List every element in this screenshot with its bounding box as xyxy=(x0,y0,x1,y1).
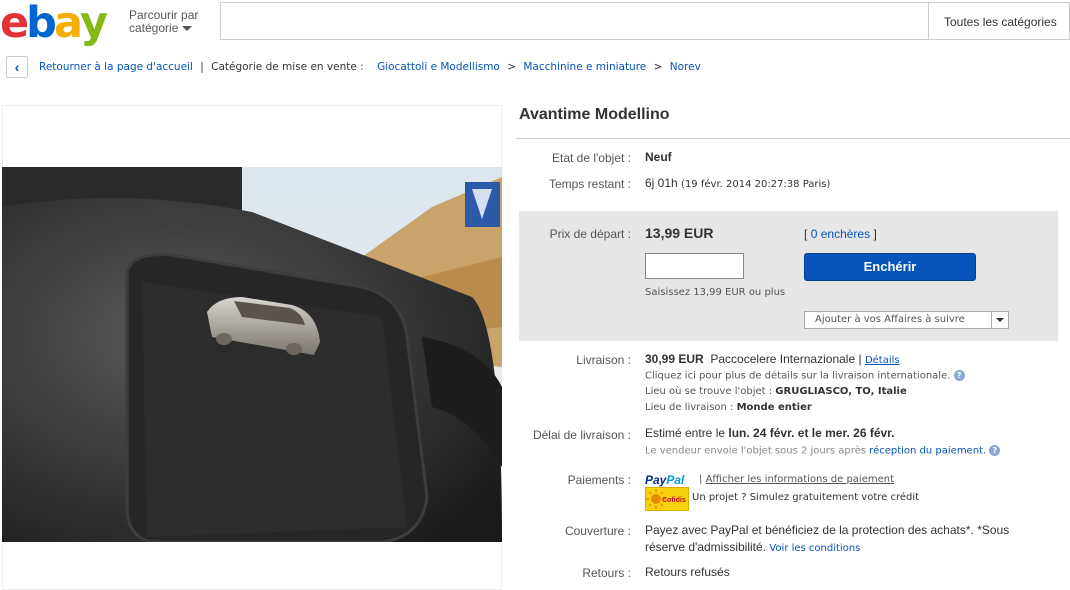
payment-info-row: | Afficher les informations de paiement xyxy=(699,474,894,485)
start-price: 13,99 EUR xyxy=(645,225,714,241)
add-to-watchlist-button[interactable]: Ajouter à vos Affaires à suivre xyxy=(804,311,1009,329)
payments-label: Paiements : xyxy=(567,473,631,487)
delivery-estimate: Estimé entre le lun. 24 févr. et le mer.… xyxy=(645,426,895,440)
breadcrumb-separator: > xyxy=(507,61,517,73)
back-home-link[interactable]: Retourner à la page d'accueil xyxy=(39,61,193,73)
logo-letter-y: y xyxy=(79,0,108,48)
paypal-pal: Pal xyxy=(666,473,685,487)
dropdown-arrow-icon[interactable] xyxy=(991,312,1008,328)
bid-hint: Saisissez 13,99 EUR ou plus xyxy=(645,287,786,298)
item-photo[interactable] xyxy=(2,167,502,542)
shipping-row: 30,99 EUR Paccocelere Internazionale | D… xyxy=(645,352,900,366)
payment-info-link[interactable]: Afficher les informations de paiement xyxy=(706,474,894,485)
bid-amount-input[interactable] xyxy=(645,253,744,279)
delivery-label: Délai de livraison : xyxy=(532,428,631,442)
coverage-line-1: Payez avec PayPal et bénéficiez de la pr… xyxy=(645,523,1010,537)
shipping-details-link[interactable]: Détails xyxy=(865,355,900,366)
ships-to-row: Lieu de livraison : Monde entier xyxy=(645,402,812,413)
breadcrumb-item-macchinine[interactable]: Macchinine e miniature xyxy=(523,61,646,73)
watchlist-label: Ajouter à vos Affaires à suivre xyxy=(815,314,965,325)
search-input[interactable] xyxy=(220,2,928,40)
paypal-logo: PayPal xyxy=(645,473,684,487)
category-select[interactable]: Toutes les catégories xyxy=(928,2,1070,40)
sun-icon: Cofidis xyxy=(646,489,686,509)
returns-value: Retours refusés xyxy=(645,565,730,579)
ships-to-label: Lieu de livraison : xyxy=(645,402,734,413)
bracket-close: ] xyxy=(873,227,877,241)
ebay-logo[interactable]: ebay xyxy=(0,0,108,48)
coverage-text: réserve d'admissibilité. xyxy=(645,540,767,554)
delivery-prefix: Estimé entre le xyxy=(645,426,726,440)
paypal-pay: Pay xyxy=(645,473,667,487)
back-button[interactable]: ‹ xyxy=(6,56,28,78)
help-icon[interactable]: ? xyxy=(989,445,1001,456)
chevron-down-icon xyxy=(182,26,193,32)
payment-received-link[interactable]: réception du paiement. xyxy=(869,446,986,457)
cofidis-logo[interactable]: Cofidis xyxy=(645,487,689,511)
item-location-row: Lieu où se trouve l'objet : GRUGLIASCO, … xyxy=(645,386,907,397)
intl-shipping-note: Cliquez ici pour plus de détails sur la … xyxy=(645,370,965,382)
end-time: (19 févr. 2014 20:27:38 Paris) xyxy=(681,179,831,190)
payment-divider: | xyxy=(699,474,703,485)
coverage-label: Couverture : xyxy=(564,524,631,538)
start-price-label: Prix de départ : xyxy=(549,227,631,241)
place-bid-button[interactable]: Enchérir xyxy=(804,253,976,281)
dispatch-note: Le vendeur envoie l'objet sous 2 jours a… xyxy=(645,445,1001,457)
item-location-value: GRUGLIASCO, TO, Italie xyxy=(775,386,907,397)
delivery-date-start: lun. 24 févr. xyxy=(728,426,795,440)
breadcrumb-divider: | xyxy=(200,61,204,73)
breadcrumb-item-norev[interactable]: Norev xyxy=(670,61,701,73)
time-left-label: Temps restant : xyxy=(548,177,631,191)
item-title: Avantime Modellino xyxy=(519,106,670,123)
coverage-line-2: réserve d'admissibilité. Voir les condit… xyxy=(645,540,860,554)
breadcrumb-item-giocattoli[interactable]: Giocattoli e Modellismo xyxy=(377,61,500,73)
dispatch-note-text: Le vendeur envoie l'objet sous 2 jours a… xyxy=(645,445,866,457)
condition-label: Etat de l'objet : xyxy=(551,151,631,165)
time-left-value: 6j 01h xyxy=(645,176,678,190)
credit-simulation-link[interactable]: Un projet ? Simulez gratuitement votre c… xyxy=(692,492,919,503)
browse-by-category[interactable]: Parcourir par catégorie xyxy=(129,9,198,35)
shipping-service: Paccocelere Internazionale xyxy=(710,352,856,366)
delivery-date-end: mer. 26 févr. xyxy=(825,426,895,440)
logo-letter-b: b xyxy=(26,0,57,48)
cofidis-label: Cofidis xyxy=(662,497,686,504)
breadcrumb-separator: > xyxy=(653,61,663,73)
help-icon[interactable]: ? xyxy=(953,370,965,381)
logo-letter-a: a xyxy=(53,0,83,48)
breadcrumb: Retourner à la page d'accueil | Catégori… xyxy=(39,61,701,73)
returns-label: Retours : xyxy=(582,566,631,580)
bid-count-number[interactable]: 0 xyxy=(811,227,818,241)
shipping-price: 30,99 EUR xyxy=(645,352,704,366)
logo-letter-e: e xyxy=(0,0,29,48)
title-divider xyxy=(516,138,1070,139)
bid-count: [ 0 enchères ] xyxy=(804,227,877,241)
bracket-open: [ xyxy=(804,227,808,241)
condition-value: Neuf xyxy=(645,150,672,164)
browse-line-2: catégorie xyxy=(129,21,179,35)
shipping-divider: | xyxy=(858,352,862,366)
shipping-label: Livraison : xyxy=(576,353,631,367)
intl-shipping-text[interactable]: Cliquez ici pour plus de détails sur la … xyxy=(645,371,950,382)
bid-history-link[interactable]: enchères xyxy=(821,227,870,241)
chevron-left-icon: ‹ xyxy=(14,59,20,75)
time-left-row: 6j 01h (19 févr. 2014 20:27:38 Paris) xyxy=(645,176,830,190)
item-location-label: Lieu où se trouve l'objet : xyxy=(645,386,773,397)
see-conditions-link[interactable]: Voir les conditions xyxy=(769,543,860,554)
ships-to-value: Monde entier xyxy=(736,402,812,413)
breadcrumb-category-label: Catégorie de mise en vente : xyxy=(211,61,364,73)
delivery-mid: et le xyxy=(797,426,822,440)
